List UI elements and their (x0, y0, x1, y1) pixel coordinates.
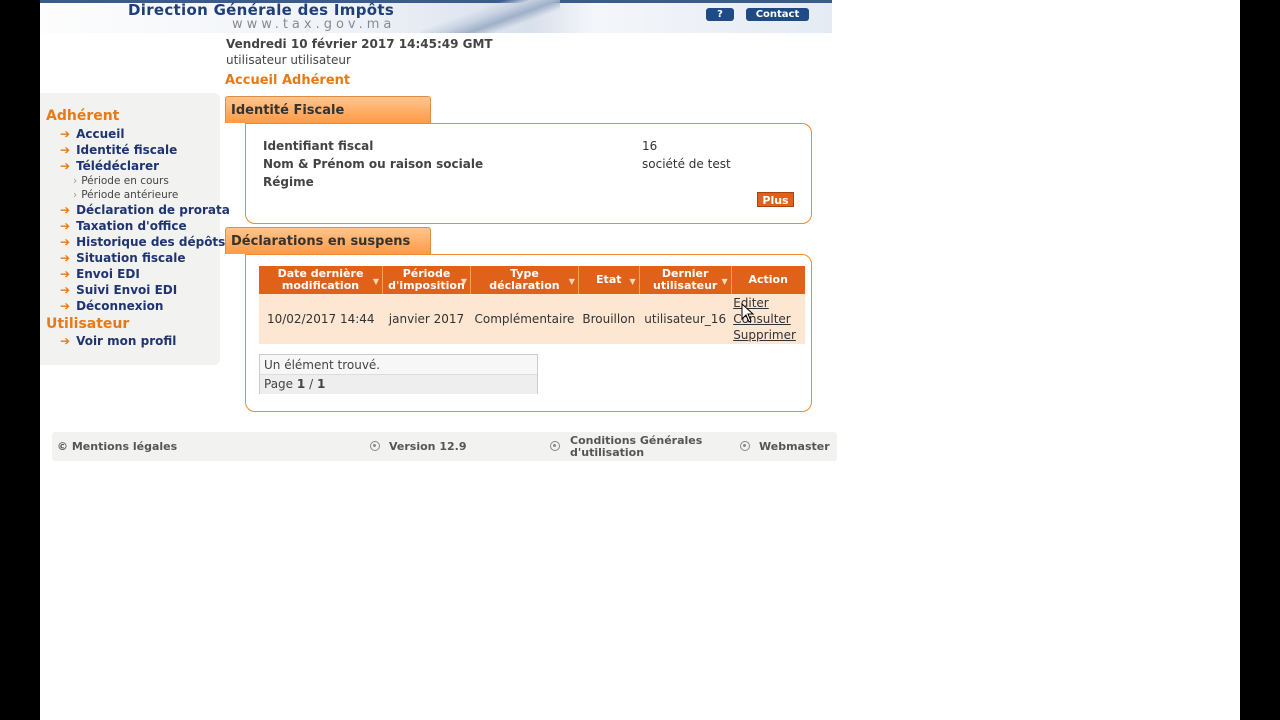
webmaster-link[interactable]: Webmaster (759, 441, 830, 453)
column-header-line: Etat (596, 273, 622, 286)
field-label-nom: Nom & Prénom ou raison sociale (263, 157, 484, 171)
cell-etat: Brouillon (578, 294, 640, 344)
arrow-right-icon: ➔ (60, 283, 71, 297)
sidebar-item-label: Accueil (76, 127, 125, 141)
current-datetime: Vendredi 10 février 2017 14:45:49 GMT (226, 37, 493, 51)
sidebar-item-label: Voir mon profil (76, 334, 177, 348)
sidebar: Adhérent ➔ Accueil ➔ Identité fiscale ➔ Tél… (40, 93, 230, 365)
conditions-line: d'utilisation (570, 446, 645, 459)
sidebar-subitem-label: Période en cours (81, 175, 169, 187)
page-total: 1 (316, 377, 326, 391)
page-title: Accueil Adhérent (225, 73, 351, 88)
sidebar-item-historique-depots[interactable]: ➔ Historique des dépôts (60, 235, 225, 249)
column-header-date[interactable]: Date dernière modification ▼ (259, 266, 383, 294)
version-text: Version 12.9 (389, 440, 467, 453)
result-count: Un élément trouvé. (260, 355, 537, 375)
sidebar-item-label: Déconnexion (76, 299, 164, 313)
chevron-right-icon: › (73, 189, 78, 201)
arrow-right-icon: ➔ (60, 127, 71, 141)
table-row: 10/02/2017 14:44 janvier 2017 Complément… (259, 294, 805, 344)
column-header-line: d'imposition (388, 279, 465, 292)
column-header-type[interactable]: Type déclaration ▼ (470, 266, 579, 294)
sidebar-section-utilisateur: Utilisateur (46, 316, 130, 332)
column-header-utilisateur[interactable]: Dernier utilisateur ▼ (639, 266, 732, 294)
sidebar-item-label: Envoi EDI (76, 267, 140, 281)
arrow-right-icon: ➔ (60, 251, 71, 265)
arrow-right-icon: ➔ (60, 219, 71, 233)
sort-arrow-icon: ▼ (721, 277, 728, 286)
cell-utilisateur: utilisateur_16 (639, 294, 732, 344)
arrow-right-icon: ➔ (60, 159, 71, 173)
arrow-right-icon: ➔ (60, 235, 71, 249)
plus-button[interactable]: Plus (757, 192, 794, 207)
column-header-etat[interactable]: Etat ▼ (578, 266, 640, 294)
page-separator: / (309, 377, 314, 391)
supprimer-link[interactable]: Supprimer (733, 327, 803, 343)
column-header-line: déclaration (489, 279, 560, 292)
sidebar-item-identite-fiscale[interactable]: ➔ Identité fiscale (60, 143, 177, 157)
sidebar-item-declaration-prorata[interactable]: ➔ Déclaration de prorata (60, 203, 230, 217)
sidebar-item-situation-fiscale[interactable]: ➔ Situation fiscale (60, 251, 186, 265)
field-value-identifiant: 16 (642, 139, 658, 153)
sidebar-item-deconnexion[interactable]: ➔ Déconnexion (60, 299, 163, 313)
sort-arrow-icon: ▼ (372, 277, 379, 286)
banner-decoration (420, 0, 560, 33)
sidebar-item-label: Identité fiscale (76, 143, 178, 157)
field-value-nom: société de test (642, 157, 731, 171)
sidebar-item-suivi-envoi-edi[interactable]: ➔ Suivi Envoi EDI (60, 283, 177, 297)
sidebar-item-teledeclarer[interactable]: ➔ Télédéclarer (60, 159, 159, 173)
sidebar-subitem-label: Période antérieure (81, 189, 179, 201)
cell-date: 10/02/2017 14:44 (259, 294, 383, 344)
page-indicator: Page 1 / 1 (260, 375, 537, 394)
mouse-cursor-icon (741, 303, 755, 323)
sidebar-item-accueil[interactable]: ➔ Accueil (60, 127, 124, 141)
arrow-right-icon: ➔ (60, 143, 71, 157)
sidebar-item-label: Télédéclarer (76, 159, 160, 173)
identite-fiscale-tab: Identité Fiscale (225, 96, 431, 123)
sort-arrow-icon: ▼ (568, 277, 575, 286)
sort-arrow-icon: ▼ (629, 277, 636, 286)
arrow-right-icon: ➔ (60, 334, 71, 348)
sidebar-item-label: Situation fiscale (76, 251, 186, 265)
mentions-legales-link[interactable]: © Mentions légales (57, 441, 177, 453)
column-header-line: modification (281, 279, 360, 292)
field-label-regime: Régime (263, 175, 314, 189)
arrow-right-icon: ➔ (60, 203, 71, 217)
target-icon (370, 441, 380, 451)
sidebar-section-adherent: Adhérent (46, 108, 120, 124)
sidebar-item-envoi-edi[interactable]: ➔ Envoi EDI (60, 267, 140, 281)
arrow-right-icon: ➔ (60, 299, 71, 313)
page-current: 1 (296, 377, 306, 391)
sidebar-item-voir-profil[interactable]: ➔ Voir mon profil (60, 334, 176, 348)
current-user: utilisateur utilisateur (226, 53, 351, 67)
sidebar-item-label: Historique des dépôts (76, 235, 226, 249)
chevron-right-icon: › (73, 175, 78, 187)
sidebar-item-taxation-office[interactable]: ➔ Taxation d'office (60, 219, 187, 233)
cell-periode: janvier 2017 (382, 294, 471, 344)
target-icon (550, 441, 560, 451)
field-label-identifiant: Identifiant fiscal (263, 139, 374, 153)
sidebar-item-label: Déclaration de prorata (76, 203, 230, 217)
sidebar-item-label: Taxation d'office (76, 219, 187, 233)
footer: © Mentions légales Version 12.9 Conditio… (52, 432, 837, 461)
page-prefix: Page (264, 377, 294, 391)
declarations-table: Date dernière modification ▼ Période d'impo… (259, 266, 805, 344)
site-url: www.tax.gov.ma (232, 17, 396, 32)
contact-button[interactable]: Contact (746, 8, 809, 21)
table-header-row: Date dernière modification ▼ Période d'impo… (259, 266, 805, 294)
arrow-right-icon: ➔ (60, 267, 71, 281)
declarations-suspens-tab: Déclarations en suspens (225, 227, 431, 254)
sidebar-subitem-periode-anterieure[interactable]: › Période antérieure (73, 189, 178, 201)
sidebar-subitem-periode-en-cours[interactable]: › Période en cours (73, 175, 169, 187)
column-header-line: utilisateur (653, 279, 718, 292)
pagination-box: Un élément trouvé. Page 1 / 1 (259, 354, 538, 394)
sort-arrow-icon: ▼ (460, 277, 467, 286)
conditions-generales-link[interactable]: Conditions Générales d'utilisation (570, 435, 702, 459)
help-button[interactable]: ? (706, 8, 734, 21)
target-icon (740, 441, 750, 451)
column-header-action: Action (731, 266, 805, 294)
cell-type: Complémentaire (470, 294, 579, 344)
column-header-periode[interactable]: Période d'imposition ▼ (382, 266, 471, 294)
sidebar-item-label: Suivi Envoi EDI (76, 283, 178, 297)
